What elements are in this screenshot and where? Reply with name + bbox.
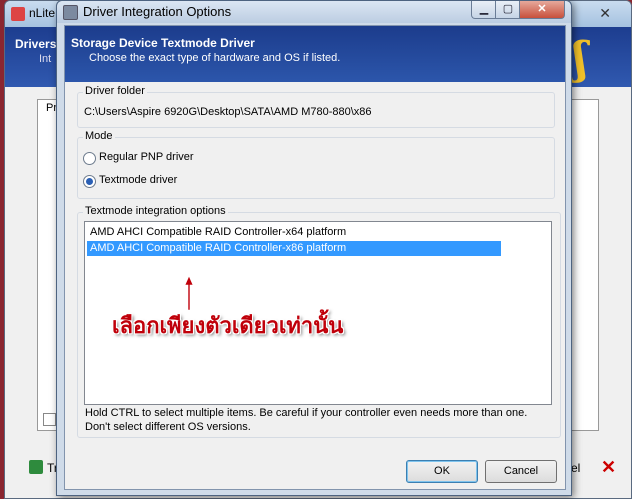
nlite-app-icon — [11, 7, 25, 21]
mode-group: Mode Regular PNP driver Textmode driver — [77, 130, 555, 199]
nlite-window-title: nLite — [29, 6, 56, 20]
selection-hint: Hold CTRL to select multiple items. Be c… — [85, 407, 528, 433]
nlite-logo-icon: ʃ — [573, 33, 588, 84]
textmode-driver-radio[interactable] — [83, 175, 96, 188]
maximize-icon: ▢ — [502, 3, 514, 15]
dialog-header-title: Storage Device Textmode Driver — [71, 36, 255, 50]
nlite-checkbox[interactable] — [43, 413, 56, 426]
annotation-text: เลือกเพียงตัวเดียวเท่านั้น — [112, 314, 344, 339]
driver-folder-label: Driver folder — [83, 85, 147, 97]
nlite-close-icon[interactable]: ✕ — [599, 5, 611, 22]
textmode-options-label: Textmode integration options — [83, 205, 228, 217]
ok-button[interactable]: OK — [406, 460, 478, 483]
nlite-header-title: Drivers — [15, 37, 57, 51]
dialog-header-subtitle: Choose the exact type of hardware and OS… — [89, 52, 341, 64]
dialog-window-icon — [63, 5, 78, 20]
cancel-x-icon: ✕ — [601, 457, 617, 477]
mode-label: Mode — [83, 130, 115, 142]
driver-folder-path: C:\Users\Aspire 6920G\Desktop\SATA\AMD M… — [84, 106, 372, 118]
close-button[interactable]: ✕ — [519, 1, 565, 19]
regular-pnp-label[interactable]: Regular PNP driver — [99, 151, 194, 163]
driver-folder-group: Driver folder C:\Users\Aspire 6920G\Desk… — [77, 85, 555, 128]
dialog-header: Storage Device Textmode Driver Choose th… — [65, 26, 565, 82]
textmode-options-group: Textmode integration options AMD AHCI Co… — [77, 205, 561, 438]
minimize-icon: ▁ — [479, 3, 489, 15]
list-item-selected[interactable]: AMD AHCI Compatible RAID Controller-x86 … — [87, 241, 501, 256]
close-icon: ✕ — [537, 3, 547, 15]
cancel-button[interactable]: Cancel — [485, 460, 557, 483]
list-item[interactable]: AMD AHCI Compatible RAID Controller-x64 … — [87, 225, 346, 240]
textmode-options-listbox[interactable]: AMD AHCI Compatible RAID Controller-x64 … — [84, 221, 552, 405]
regular-pnp-radio[interactable] — [83, 152, 96, 165]
nlite-header-subtitle: Int — [39, 53, 52, 65]
minimize-button[interactable]: ▁ — [471, 1, 497, 19]
up-arrow-annotation-icon — [185, 276, 193, 310]
textmode-driver-label[interactable]: Textmode driver — [99, 174, 177, 186]
download-icon — [29, 460, 43, 474]
dialog-client-area: Storage Device Textmode Driver Choose th… — [64, 25, 566, 490]
nlite-cancel-button[interactable]: cel ✕ — [565, 457, 625, 479]
dialog-titlebar[interactable]: Driver Integration Options ▁ ▢ ✕ — [57, 1, 571, 23]
maximize-button[interactable]: ▢ — [495, 1, 521, 19]
dialog-title: Driver Integration Options — [83, 4, 232, 19]
driver-integration-dialog: Driver Integration Options ▁ ▢ ✕ Storage… — [56, 0, 572, 496]
